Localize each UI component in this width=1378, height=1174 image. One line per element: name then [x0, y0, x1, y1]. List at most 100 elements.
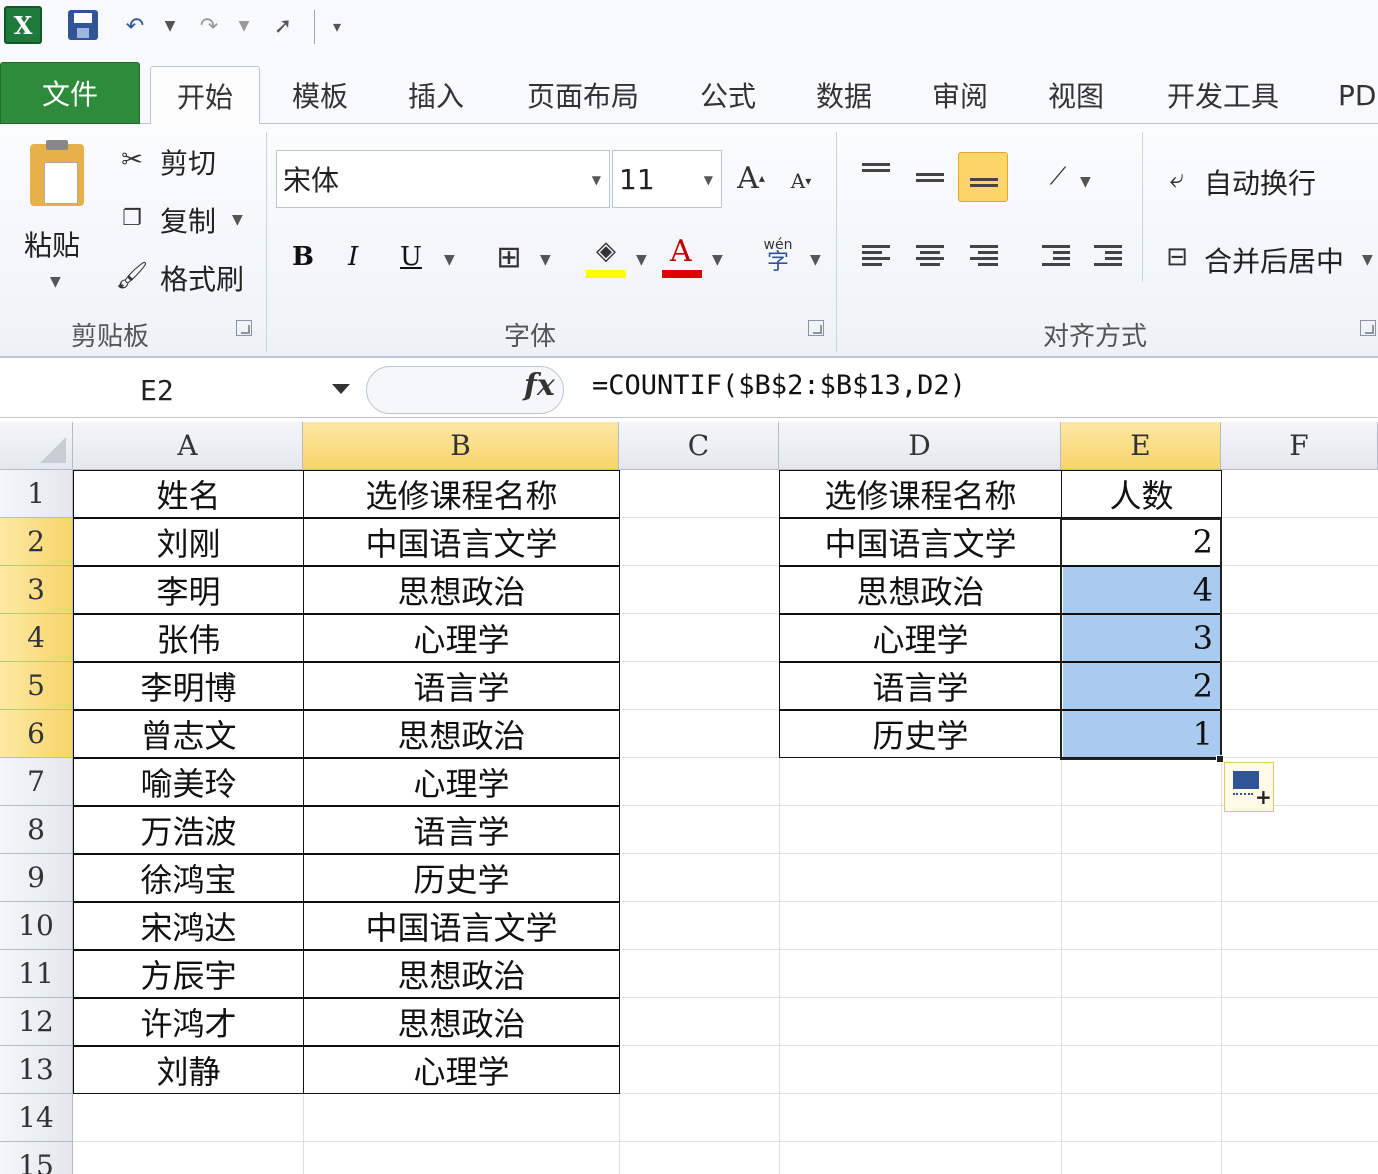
- wrap-text-button[interactable]: 自动换行: [1204, 162, 1316, 202]
- row-header-5[interactable]: 5: [0, 662, 73, 710]
- tab-pdf[interactable]: PD: [1318, 66, 1378, 124]
- customize-qat-icon[interactable]: ▾: [324, 8, 350, 44]
- row-header-12[interactable]: 12: [0, 998, 73, 1046]
- select-all-corner[interactable]: [0, 422, 73, 470]
- fill-color-icon[interactable]: ◈: [588, 234, 624, 268]
- increase-indent-icon[interactable]: [1094, 242, 1122, 269]
- align-center-icon[interactable]: [916, 242, 944, 269]
- cell-course-name[interactable]: 语言学: [303, 662, 620, 710]
- cell-student-name[interactable]: 张伟: [73, 614, 304, 662]
- redo-dropdown-icon[interactable]: ▼: [234, 8, 254, 44]
- decrease-indent-icon[interactable]: [1042, 242, 1070, 269]
- merge-dropdown-icon[interactable]: ▼: [1362, 252, 1373, 268]
- column-header-f[interactable]: F: [1221, 422, 1378, 470]
- bold-button[interactable]: B: [292, 242, 314, 272]
- tab-formulas[interactable]: 公式: [680, 66, 776, 124]
- cell-student-name[interactable]: 刘刚: [73, 518, 304, 566]
- font-launcher-icon[interactable]: [808, 320, 824, 336]
- align-top-icon[interactable]: [862, 160, 890, 175]
- phonetic-dropdown-icon[interactable]: ▼: [810, 252, 821, 268]
- paste-icon[interactable]: [30, 140, 84, 206]
- row-header-14[interactable]: 14: [0, 1094, 73, 1142]
- cell-student-name[interactable]: 许鸿才: [73, 998, 304, 1046]
- cell-course-name[interactable]: 中国语言文学: [303, 902, 620, 950]
- cell-course-name[interactable]: 思想政治: [303, 710, 620, 758]
- row-header-8[interactable]: 8: [0, 806, 73, 854]
- paste-dropdown-icon[interactable]: ▼: [50, 274, 61, 290]
- tab-data[interactable]: 数据: [796, 66, 892, 124]
- save-icon[interactable]: [68, 10, 98, 40]
- column-header-a[interactable]: A: [73, 422, 303, 470]
- cell-course-name[interactable]: 语言学: [303, 806, 620, 854]
- formula-input[interactable]: =COUNTIF($B$2:$B$13,D2): [592, 370, 966, 401]
- row-header-7[interactable]: 7: [0, 758, 73, 806]
- row-header-2[interactable]: 2: [0, 518, 73, 566]
- cell-course-name[interactable]: 心理学: [303, 614, 620, 662]
- align-left-icon[interactable]: [862, 242, 890, 269]
- cell-student-name[interactable]: 曾志文: [73, 710, 304, 758]
- redo-icon[interactable]: ↷: [192, 8, 226, 44]
- row-header-15[interactable]: 15: [0, 1142, 73, 1174]
- column-header-c[interactable]: C: [619, 422, 779, 470]
- cell-summary-course[interactable]: 心理学: [779, 614, 1062, 662]
- header-cell-course[interactable]: 选修课程名称: [303, 470, 620, 518]
- align-bottom-button[interactable]: [958, 152, 1008, 202]
- row-header-11[interactable]: 11: [0, 950, 73, 998]
- row-header-3[interactable]: 3: [0, 566, 73, 614]
- header-cell-count[interactable]: 人数: [1061, 470, 1222, 518]
- tab-home[interactable]: 开始: [150, 66, 260, 125]
- name-box-dropdown-icon[interactable]: [332, 384, 350, 394]
- cell-summary-course[interactable]: 中国语言文学: [779, 518, 1062, 566]
- undo-dropdown-icon[interactable]: ▼: [160, 8, 180, 44]
- tab-file[interactable]: 文件: [0, 62, 140, 124]
- tab-template[interactable]: 模板: [272, 66, 368, 124]
- cell-course-name[interactable]: 思想政治: [303, 998, 620, 1046]
- font-size-select[interactable]: 11 ▼: [612, 150, 722, 208]
- insert-function-icon[interactable]: fx: [524, 368, 555, 403]
- fill-handle[interactable]: [1216, 755, 1224, 763]
- paste-button[interactable]: 粘贴: [24, 224, 80, 264]
- tab-view[interactable]: 视图: [1028, 66, 1124, 124]
- cell-student-name[interactable]: 刘静: [73, 1046, 304, 1094]
- row-header-6[interactable]: 6: [0, 710, 73, 758]
- text-orientation-icon[interactable]: ⟋: [1040, 158, 1076, 194]
- auto-fill-options-icon[interactable]: +: [1224, 762, 1274, 812]
- header-cell-name[interactable]: 姓名: [73, 470, 304, 518]
- borders-icon[interactable]: ⊞: [492, 240, 526, 275]
- align-right-icon[interactable]: [970, 242, 998, 269]
- cell-student-name[interactable]: 宋鸿达: [73, 902, 304, 950]
- italic-button[interactable]: I: [348, 242, 358, 272]
- cell-summary-course[interactable]: 历史学: [779, 710, 1062, 758]
- cell-student-name[interactable]: 李明博: [73, 662, 304, 710]
- fill-color-dropdown-icon[interactable]: ▼: [636, 252, 647, 268]
- cell-course-name[interactable]: 中国语言文学: [303, 518, 620, 566]
- grow-font-icon[interactable]: A ▴: [734, 158, 768, 198]
- copy-button[interactable]: 复制: [160, 200, 216, 240]
- cell-course-name[interactable]: 心理学: [303, 758, 620, 806]
- copy-dropdown-icon[interactable]: ▼: [232, 212, 243, 228]
- cell-student-name[interactable]: 李明: [73, 566, 304, 614]
- font-name-select[interactable]: 宋体 ▼: [276, 150, 610, 208]
- row-header-4[interactable]: 4: [0, 614, 73, 662]
- cell-student-name[interactable]: 方辰宇: [73, 950, 304, 998]
- cell-student-name[interactable]: 万浩波: [73, 806, 304, 854]
- underline-dropdown-icon[interactable]: ▼: [444, 252, 455, 268]
- cell-course-name[interactable]: 思想政治: [303, 566, 620, 614]
- cut-button[interactable]: 剪切: [160, 142, 216, 182]
- column-header-d[interactable]: D: [779, 422, 1061, 470]
- orientation-dropdown-icon[interactable]: ▼: [1080, 174, 1091, 190]
- tab-developer[interactable]: 开发工具: [1148, 66, 1298, 124]
- row-header-13[interactable]: 13: [0, 1046, 73, 1094]
- cell-course-name[interactable]: 心理学: [303, 1046, 620, 1094]
- font-color-icon[interactable]: A: [670, 234, 692, 269]
- tab-review[interactable]: 审阅: [912, 66, 1008, 124]
- pointer-icon[interactable]: ➚: [266, 8, 300, 44]
- font-color-dropdown-icon[interactable]: ▼: [712, 252, 723, 268]
- name-box[interactable]: E2: [0, 366, 360, 414]
- format-painter-button[interactable]: 格式刷: [160, 258, 244, 298]
- row-header-9[interactable]: 9: [0, 854, 73, 902]
- undo-icon[interactable]: ↶: [118, 8, 152, 44]
- tab-page-layout[interactable]: 页面布局: [508, 66, 658, 124]
- row-header-1[interactable]: 1: [0, 470, 73, 518]
- align-middle-icon[interactable]: [916, 170, 944, 185]
